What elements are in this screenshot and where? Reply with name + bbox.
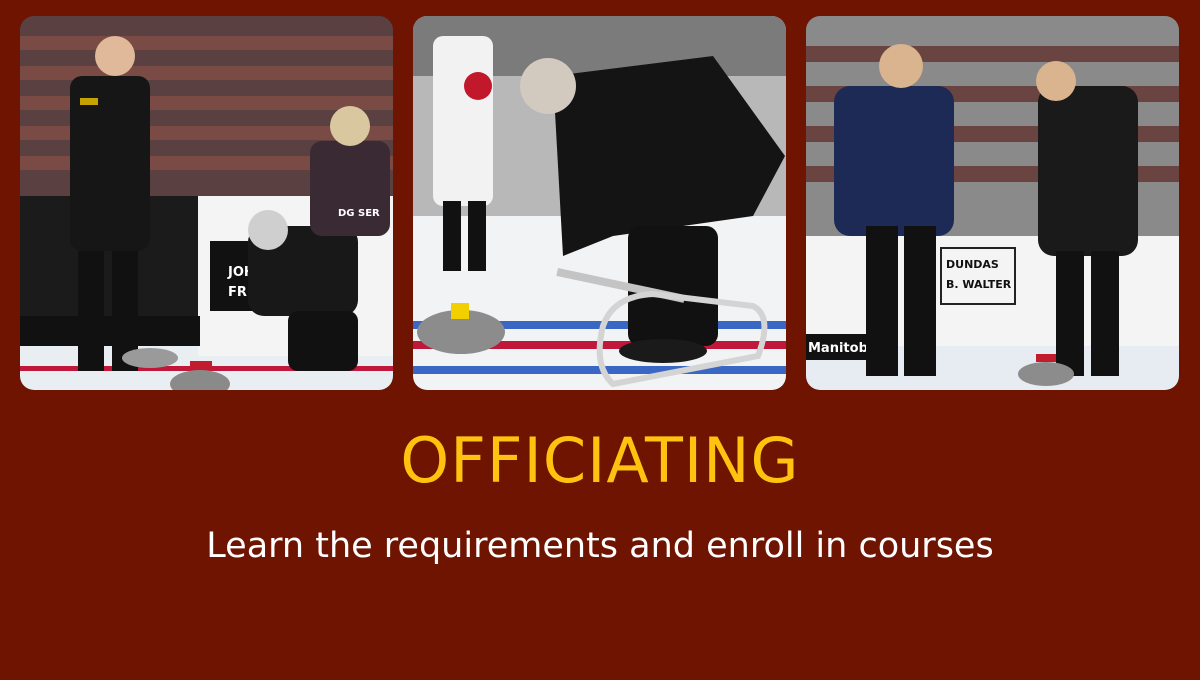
sign-line-2: B. WALTER xyxy=(946,278,1012,291)
page-title: OFFICIATING xyxy=(400,424,800,497)
sign-line-1: DUNDAS xyxy=(946,258,999,271)
officials-photo-left-image: JOHN FRE rli DG SER xyxy=(20,16,393,390)
measuring-photo-center xyxy=(413,16,786,390)
officials-photo-right: DUNDAS B. WALTER Manitoba xyxy=(806,16,1179,390)
photo-strip: JOHN FRE rli DG SER xyxy=(20,16,1180,390)
officials-photo-right-image: DUNDAS B. WALTER Manitoba xyxy=(806,16,1179,390)
measuring-photo-center-image xyxy=(413,16,786,390)
spectator-shirt-text: DG SER xyxy=(338,208,380,219)
officials-photo-left: JOHN FRE rli DG SER xyxy=(20,16,393,390)
page-subtitle: Learn the requirements and enroll in cou… xyxy=(206,526,994,566)
